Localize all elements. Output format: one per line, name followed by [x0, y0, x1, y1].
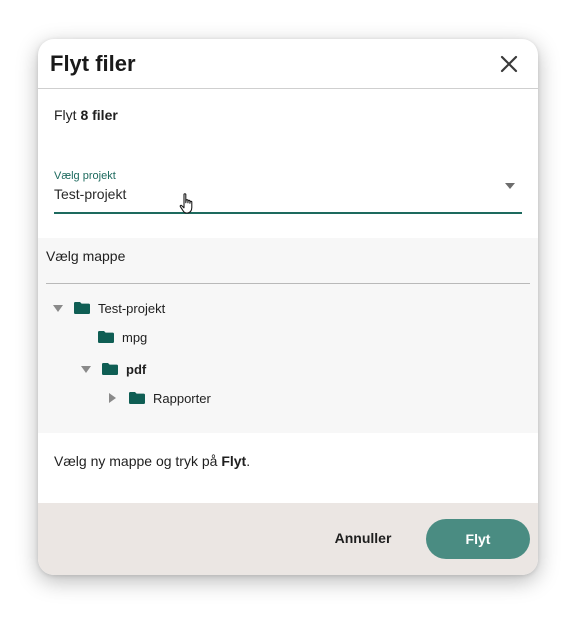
move-button[interactable]: Flyt	[426, 519, 530, 559]
folder-icon	[74, 302, 90, 314]
hand-cursor-icon	[179, 193, 193, 214]
dialog-title: Flyt filer	[50, 51, 136, 76]
tree-node-rapporter[interactable]: Rapporter	[107, 387, 211, 409]
tree-node-label: pdf	[126, 361, 147, 377]
project-select[interactable]: Vælg projekt Test-projekt	[54, 167, 522, 214]
close-button[interactable]	[496, 51, 522, 77]
move-files-dialog: Flyt filer Flyt 8 filer Vælg projekt Tes…	[38, 39, 538, 575]
tree-node-mpg[interactable]: mpg	[76, 326, 147, 348]
chevron-down-icon	[505, 183, 515, 189]
expand-toggle-icon[interactable]	[80, 363, 92, 375]
folder-picker: Vælg mappe Test-projekt mpg pdf Rapporte…	[38, 238, 538, 433]
expand-toggle-icon[interactable]	[107, 392, 119, 404]
tree-node-label: Rapporter	[153, 390, 211, 406]
instruction-text: Vælg ny mappe og tryk på Flyt.	[54, 453, 250, 469]
tree-node-label: Test-projekt	[98, 300, 166, 316]
project-select-value: Test-projekt	[54, 186, 127, 202]
folder-icon	[102, 363, 118, 375]
file-count-prefix: Flyt	[54, 107, 81, 123]
folder-icon	[98, 331, 114, 343]
folder-icon	[129, 392, 145, 404]
tree-node-pdf[interactable]: pdf	[80, 358, 146, 380]
divider	[46, 283, 530, 284]
dialog-header: Flyt filer	[38, 39, 538, 89]
expand-toggle-icon[interactable]	[52, 302, 64, 314]
project-select-label: Vælg projekt	[54, 170, 116, 182]
dialog-footer: Annuller Flyt	[38, 503, 538, 575]
file-count-value: 8 filer	[80, 107, 118, 123]
instruction-prefix: Vælg ny mappe og tryk på	[54, 453, 222, 469]
instruction-bold: Flyt	[221, 453, 247, 469]
tree-node-test-projekt[interactable]: Test-projekt	[52, 297, 165, 319]
folder-picker-header: Vælg mappe	[46, 248, 126, 264]
close-icon	[500, 55, 518, 73]
cancel-button[interactable]: Annuller	[318, 521, 408, 555]
tree-node-label: mpg	[122, 329, 148, 345]
instruction-suffix: .	[246, 453, 251, 469]
file-count-text: Flyt 8 filer	[54, 107, 118, 123]
